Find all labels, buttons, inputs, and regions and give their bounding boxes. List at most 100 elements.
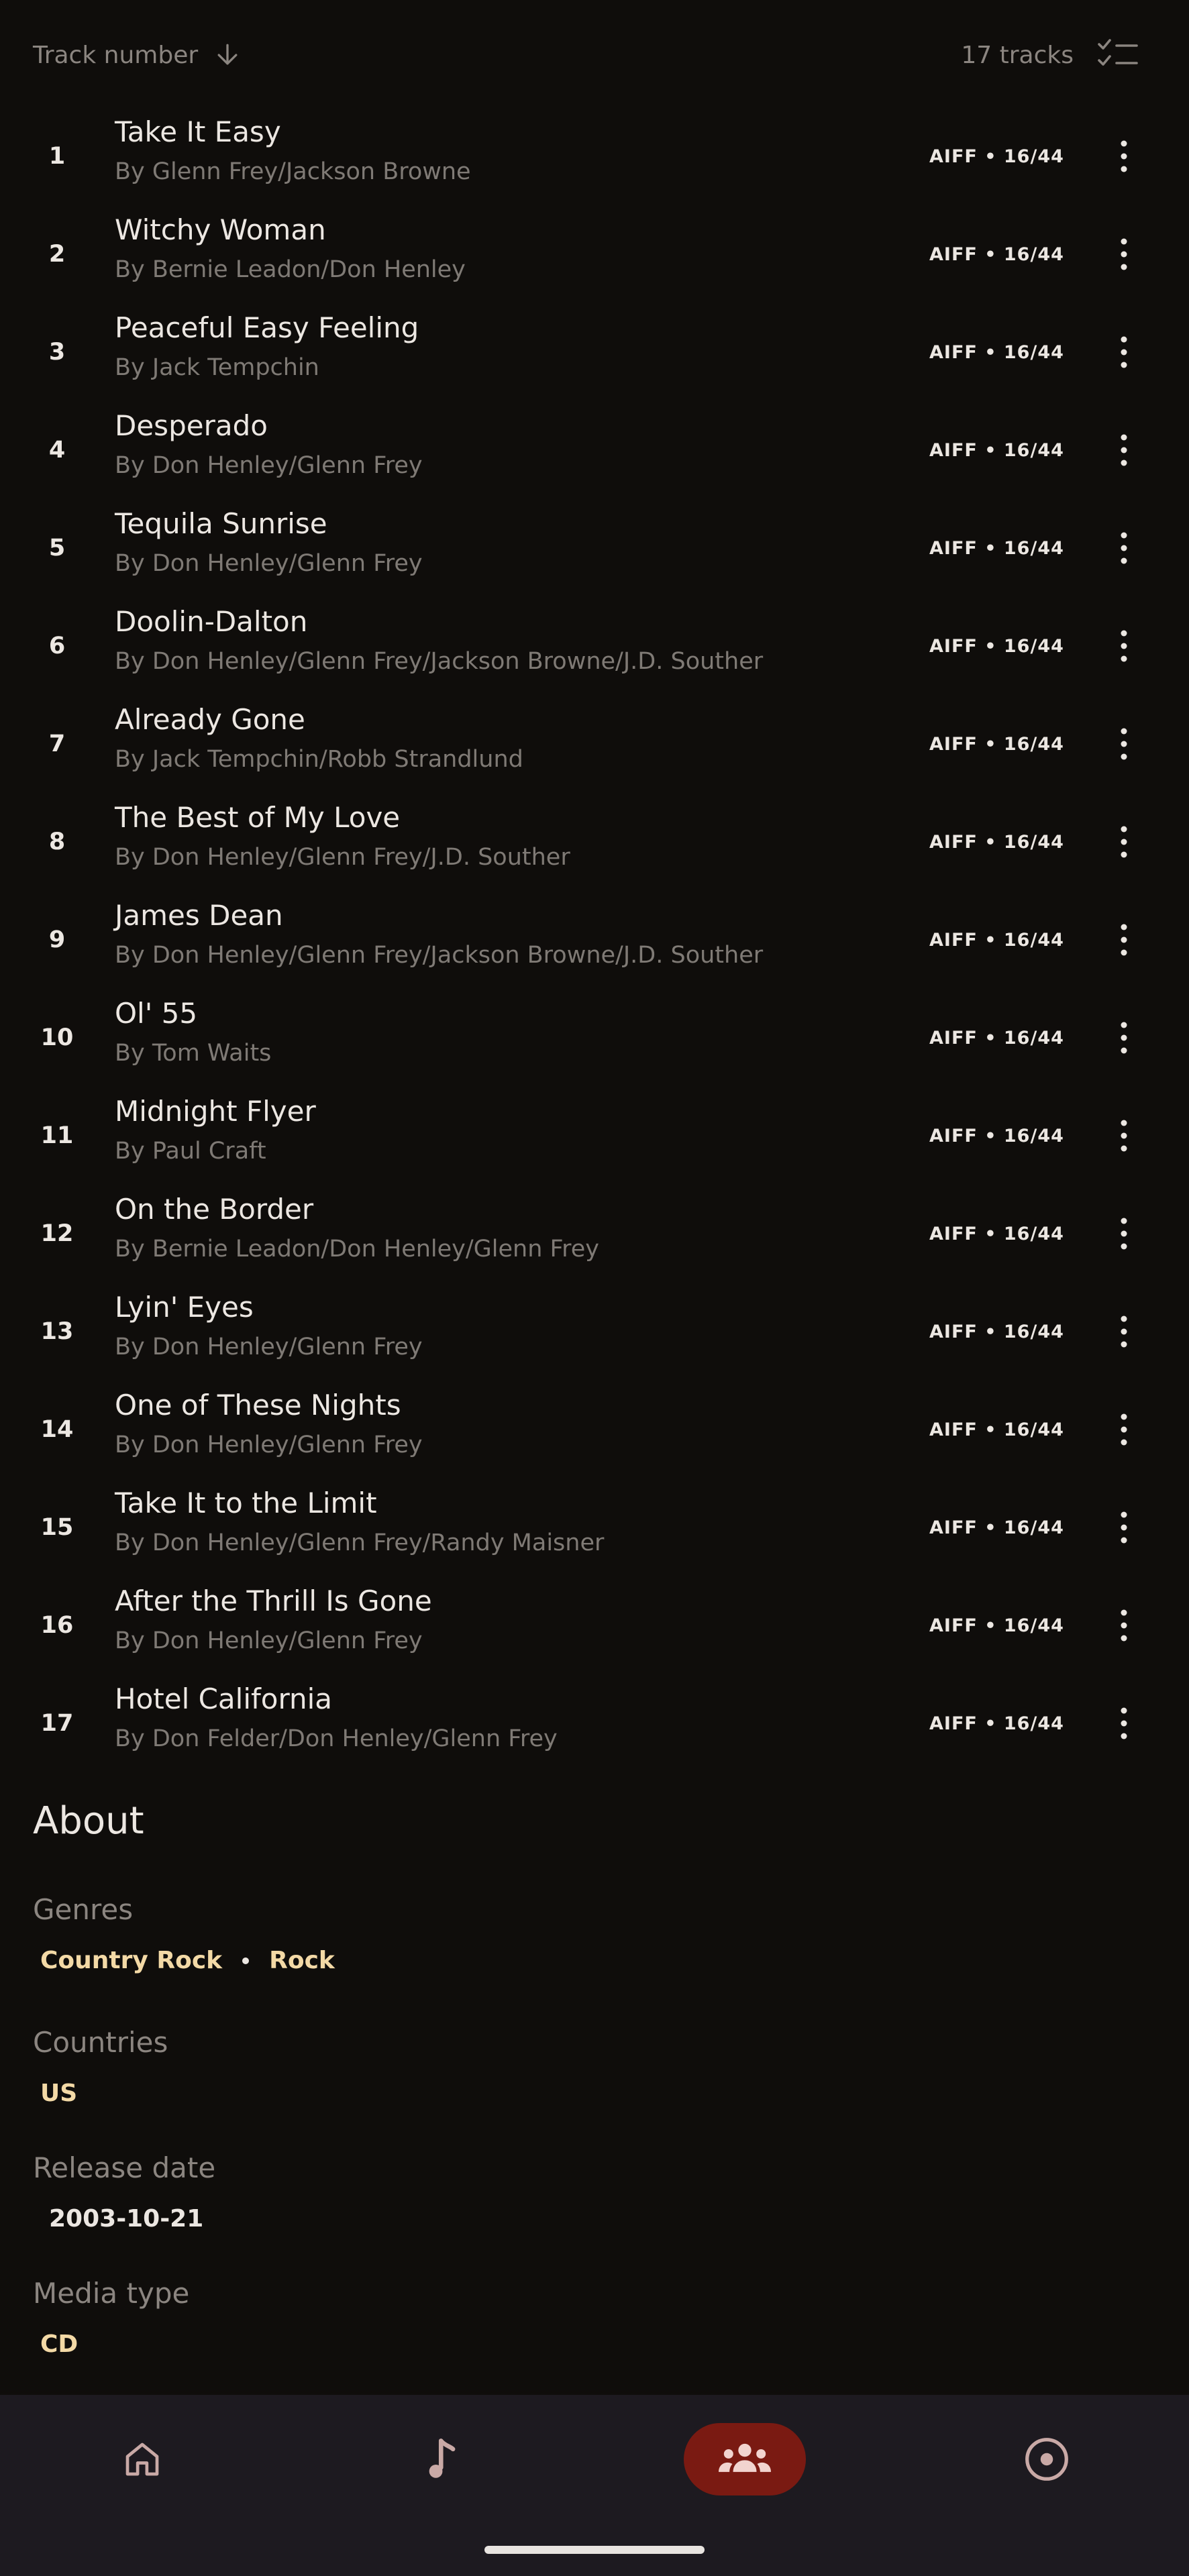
track-artist: By Don Henley/Glenn Frey/Jackson Browne/…: [115, 942, 764, 969]
sort-button[interactable]: Track number: [33, 35, 242, 75]
track-row[interactable]: 2 Witchy Woman By Bernie Leadon/Don Henley…: [0, 205, 1189, 303]
track-number: 2: [48, 241, 66, 268]
more-options-button[interactable]: [1100, 430, 1147, 470]
more-vertical-icon: [1121, 728, 1127, 760]
track-row[interactable]: 3 Peaceful Easy Feeling By Jack Tempchin AI…: [0, 303, 1189, 401]
track-artist: By Jack Tempchin/Robb Strandlund: [115, 746, 523, 773]
track-title: Witchy Woman: [115, 213, 326, 246]
track-title: After the Thrill Is Gone: [115, 1585, 432, 1617]
track-number: 4: [48, 437, 66, 464]
nav-artists[interactable]: [684, 2423, 806, 2496]
track-title: Desperado: [115, 409, 268, 442]
more-vertical-icon: [1121, 826, 1127, 858]
track-artist: By Don Felder/Don Henley/Glenn Frey: [115, 1725, 558, 1752]
track-list-header: Track number 17 tracks: [0, 0, 1189, 107]
more-options-button[interactable]: [1100, 1214, 1147, 1254]
more-vertical-icon: [1121, 1218, 1127, 1250]
nav-albums[interactable]: [1006, 2423, 1087, 2496]
track-artist: By Bernie Leadon/Don Henley/Glenn Frey: [115, 1236, 599, 1263]
disc-icon: [1025, 2438, 1068, 2481]
track-format: AIFF • 16/44: [929, 1027, 1064, 1049]
media-chip[interactable]: CD: [40, 2330, 78, 2358]
track-row[interactable]: 5 Tequila Sunrise By Don Henley/Glenn Frey…: [0, 499, 1189, 597]
checklist-icon[interactable]: [1098, 38, 1138, 72]
track-format: AIFF • 16/44: [929, 1223, 1064, 1244]
track-number: 17: [40, 1710, 74, 1737]
track-row[interactable]: 17 Hotel California By Don Felder/Don Henl…: [0, 1674, 1189, 1772]
nav-songs[interactable]: [403, 2423, 483, 2496]
track-format: AIFF • 16/44: [929, 439, 1064, 461]
home-indicator[interactable]: [484, 2546, 705, 2554]
more-options-button[interactable]: [1100, 234, 1147, 274]
more-options-button[interactable]: [1100, 724, 1147, 764]
track-row[interactable]: 13 Lyin' Eyes By Don Henley/Glenn Frey AIFF…: [0, 1283, 1189, 1381]
track-format: AIFF • 16/44: [929, 1615, 1064, 1636]
genres-list: Country Rock Rock: [40, 1947, 335, 1974]
more-options-button[interactable]: [1100, 1507, 1147, 1548]
more-options-button[interactable]: [1100, 1703, 1147, 1743]
more-vertical-icon: [1121, 1609, 1127, 1642]
track-row[interactable]: 11 Midnight Flyer By Paul Craft AIFF • 16/4…: [0, 1087, 1189, 1185]
track-row[interactable]: 1 Take It Easy By Glenn Frey/Jackson Brown…: [0, 107, 1189, 205]
track-row[interactable]: 6 Doolin-Dalton By Don Henley/Glenn Frey/J…: [0, 597, 1189, 695]
track-artist: By Don Henley/Glenn Frey/J.D. Souther: [115, 844, 570, 871]
track-format: AIFF • 16/44: [929, 146, 1064, 167]
track-row[interactable]: 8 The Best of My Love By Don Henley/Glenn …: [0, 793, 1189, 891]
country-chip[interactable]: US: [40, 2080, 77, 2107]
track-format: AIFF • 16/44: [929, 733, 1064, 755]
people-icon: [719, 2443, 771, 2472]
sort-label: Track number: [33, 41, 199, 69]
more-options-button[interactable]: [1100, 822, 1147, 862]
track-title: Peaceful Easy Feeling: [115, 311, 419, 344]
music-note-icon: [429, 2438, 456, 2478]
more-options-button[interactable]: [1100, 1605, 1147, 1646]
track-number: 15: [40, 1514, 74, 1541]
more-vertical-icon: [1121, 924, 1127, 956]
more-vertical-icon: [1121, 532, 1127, 564]
more-options-button[interactable]: [1100, 136, 1147, 176]
track-format: AIFF • 16/44: [929, 635, 1064, 657]
more-options-button[interactable]: [1100, 920, 1147, 960]
more-options-button[interactable]: [1100, 1409, 1147, 1450]
countries-list: US: [40, 2080, 77, 2107]
home-icon: [125, 2443, 159, 2476]
track-row[interactable]: 15 Take It to the Limit By Don Henley/Glen…: [0, 1479, 1189, 1576]
media-type-list: CD: [40, 2330, 78, 2358]
more-options-button[interactable]: [1100, 1116, 1147, 1156]
track-artist: By Don Henley/Glenn Frey: [115, 452, 423, 479]
track-row[interactable]: 16 After the Thrill Is Gone By Don Henley/…: [0, 1576, 1189, 1674]
track-title: Take It Easy: [115, 115, 281, 148]
track-title: On the Border: [115, 1193, 314, 1226]
more-options-button[interactable]: [1100, 528, 1147, 568]
track-row[interactable]: 12 On the Border By Bernie Leadon/Don Henl…: [0, 1185, 1189, 1283]
nav-home[interactable]: [102, 2423, 183, 2496]
track-artist: By Don Henley/Glenn Frey: [115, 550, 423, 577]
track-format: AIFF • 16/44: [929, 341, 1064, 363]
track-number: 10: [40, 1024, 74, 1051]
track-title: Lyin' Eyes: [115, 1291, 254, 1324]
track-format: AIFF • 16/44: [929, 1125, 1064, 1146]
track-artist: By Paul Craft: [115, 1138, 266, 1165]
more-options-button[interactable]: [1100, 332, 1147, 372]
more-vertical-icon: [1121, 1413, 1127, 1446]
genre-chip[interactable]: Rock: [269, 1947, 335, 1974]
track-title: James Dean: [115, 899, 283, 932]
track-row[interactable]: 9 James Dean By Don Henley/Glenn Frey/Jack…: [0, 891, 1189, 989]
track-number: 11: [40, 1122, 74, 1149]
more-vertical-icon: [1121, 1120, 1127, 1152]
track-row[interactable]: 10 Ol' 55 By Tom Waits AIFF • 16/44: [0, 989, 1189, 1087]
track-title: Hotel California: [115, 1682, 333, 1715]
track-title: Doolin-Dalton: [115, 605, 308, 638]
genre-chip[interactable]: Country Rock: [40, 1947, 222, 1974]
more-options-button[interactable]: [1100, 1311, 1147, 1352]
track-format: AIFF • 16/44: [929, 1713, 1064, 1734]
more-options-button[interactable]: [1100, 626, 1147, 666]
track-artist: By Don Henley/Glenn Frey/Randy Maisner: [115, 1529, 605, 1556]
more-vertical-icon: [1121, 1707, 1127, 1739]
track-artist: By Glenn Frey/Jackson Browne: [115, 158, 471, 185]
track-row[interactable]: 4 Desperado By Don Henley/Glenn Frey AIFF •…: [0, 401, 1189, 499]
track-row[interactable]: 7 Already Gone By Jack Tempchin/Robb Stran…: [0, 695, 1189, 793]
more-options-button[interactable]: [1100, 1018, 1147, 1058]
arrow-down-icon: [217, 44, 238, 65]
track-row[interactable]: 14 One of These Nights By Don Henley/Glenn…: [0, 1381, 1189, 1479]
